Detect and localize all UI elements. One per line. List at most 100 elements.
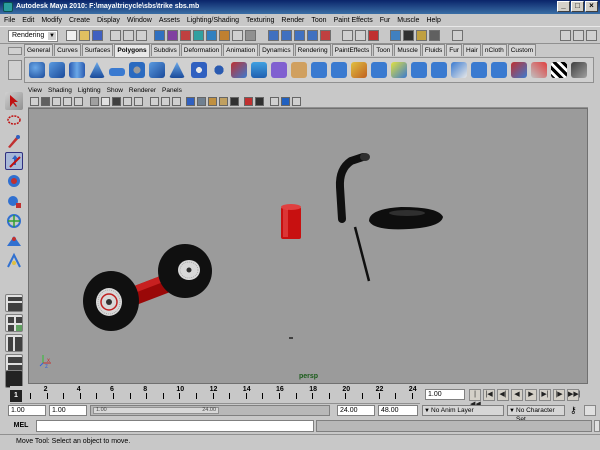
snap-view-plane-icon[interactable]: [307, 30, 318, 41]
split-polygon-icon[interactable]: [331, 62, 347, 78]
seat[interactable]: [369, 207, 443, 230]
backface-culling-icon[interactable]: [292, 97, 301, 106]
mask-misc-icon[interactable]: [245, 30, 256, 41]
camera-attributes-icon[interactable]: [41, 97, 50, 106]
safe-action-icon[interactable]: [150, 97, 159, 106]
layout-single-icon[interactable]: [5, 294, 23, 312]
render-view-icon[interactable]: [390, 30, 401, 41]
panel-menu-show[interactable]: Show: [107, 87, 123, 94]
select-icon[interactable]: [5, 92, 23, 110]
layout-four-icon[interactable]: [5, 314, 23, 332]
menu-window[interactable]: Window: [127, 17, 152, 24]
select-camera-icon[interactable]: [30, 97, 39, 106]
anim-layer-dropdown[interactable]: ▼ No Anim Layer: [422, 405, 504, 416]
playback-start-field[interactable]: 1.00: [49, 405, 87, 416]
x-ray-icon[interactable]: [270, 97, 279, 106]
combine-icon[interactable]: [191, 62, 207, 78]
anim-start-field[interactable]: 1.00: [8, 405, 46, 416]
rear-wheel-left[interactable]: [83, 271, 139, 331]
playback-end-field[interactable]: 24.00: [337, 405, 375, 416]
extract-icon[interactable]: [231, 62, 247, 78]
anim-prefs-icon[interactable]: [584, 405, 596, 416]
render-frame-icon[interactable]: [403, 30, 414, 41]
step-back-key-button[interactable]: ◀|: [497, 389, 509, 401]
smooth-icon[interactable]: [251, 62, 267, 78]
step-forward-frame-button[interactable]: |▶: [553, 389, 565, 401]
snap-point-icon[interactable]: [294, 30, 305, 41]
film-gate-icon[interactable]: [101, 97, 110, 106]
2d-pan-zoom-icon[interactable]: [74, 97, 83, 106]
handlebar[interactable]: [335, 153, 370, 223]
tab-subdivs[interactable]: Subdivs: [150, 44, 180, 56]
snap-grid-icon[interactable]: [268, 30, 279, 41]
merge-icon[interactable]: [451, 62, 467, 78]
menu-render[interactable]: Render: [281, 17, 304, 24]
safe-title-icon[interactable]: [161, 97, 170, 106]
mask-surfaces-icon[interactable]: [193, 30, 204, 41]
step-forward-key-button[interactable]: ▶|: [539, 389, 551, 401]
tab-toon[interactable]: Toon: [373, 44, 394, 56]
wireframe-on-shaded-icon[interactable]: [197, 97, 206, 106]
bevel-icon[interactable]: [431, 62, 447, 78]
append-polygon-icon[interactable]: [291, 62, 307, 78]
step-back-frame-button[interactable]: |◀: [483, 389, 495, 401]
menu-edit[interactable]: Edit: [22, 17, 34, 24]
separate-icon[interactable]: [211, 62, 227, 78]
grid-icon[interactable]: [90, 97, 99, 106]
tab-surfaces[interactable]: Surfaces: [81, 44, 114, 56]
panel-menu-view[interactable]: View: [28, 87, 42, 94]
layout-side-icon[interactable]: [5, 334, 23, 352]
wireframe-icon[interactable]: [172, 97, 181, 106]
insert-edge-loop-icon[interactable]: [351, 62, 367, 78]
tab-muscle[interactable]: Muscle: [394, 44, 421, 56]
paint-select-icon[interactable]: [5, 132, 23, 150]
bookmark-icon[interactable]: [52, 97, 61, 106]
current-frame-marker[interactable]: 1: [10, 390, 22, 402]
tab-hair[interactable]: Hair: [463, 44, 481, 56]
tool-settings-toggle-icon[interactable]: [586, 30, 597, 41]
menu-lighting-shading[interactable]: Lighting/Shading: [187, 17, 239, 24]
play-forwards-button[interactable]: ▶: [525, 389, 537, 401]
scene-canvas[interactable]: x z: [29, 109, 588, 384]
sculpt-geometry-icon[interactable]: [511, 62, 527, 78]
mask-joints-icon[interactable]: [167, 30, 178, 41]
input-field-icon[interactable]: [452, 30, 463, 41]
high-quality-icon[interactable]: [244, 97, 253, 106]
planar-mapping-icon[interactable]: [571, 62, 587, 78]
smooth-shade-icon[interactable]: [186, 97, 195, 106]
uv-texture-editor-icon[interactable]: [531, 62, 547, 78]
menu-display[interactable]: Display: [97, 17, 120, 24]
checker-icon[interactable]: [551, 62, 567, 78]
rotate-icon[interactable]: [5, 172, 23, 190]
script-editor-icon[interactable]: [594, 420, 600, 432]
tab-fur[interactable]: Fur: [446, 44, 462, 56]
menu-paint-effects[interactable]: Paint Effects: [334, 17, 373, 24]
panel-menu-renderer[interactable]: Renderer: [129, 87, 156, 94]
mask-curves-icon[interactable]: [180, 30, 191, 41]
soft-mod-icon[interactable]: [5, 232, 23, 250]
x-ray-joints-icon[interactable]: [281, 97, 290, 106]
gate-mask-icon[interactable]: [123, 97, 132, 106]
resolution-gate-icon[interactable]: [112, 97, 121, 106]
poly-prism-icon[interactable]: [149, 62, 165, 78]
field-chart-icon[interactable]: [134, 97, 143, 106]
tab-fluids[interactable]: Fluids: [421, 44, 446, 56]
poly-cone-icon[interactable]: [89, 62, 105, 78]
panel-menu-panels[interactable]: Panels: [162, 87, 182, 94]
tab-polygons[interactable]: Polygons: [114, 44, 150, 57]
channel-box-toggle-icon[interactable]: [573, 30, 584, 41]
go-to-start-button[interactable]: |◀◀: [469, 389, 481, 408]
range-slider-bar[interactable]: 1.00 24.00: [93, 407, 219, 414]
perspective-viewport[interactable]: x z persp: [28, 108, 588, 384]
mask-deformations-icon[interactable]: [206, 30, 217, 41]
collapse-icon[interactable]: [491, 62, 507, 78]
input-ops-icon[interactable]: [342, 30, 353, 41]
menu-set-dropdown[interactable]: Rendering ▼: [8, 30, 58, 42]
script-language-toggle[interactable]: MEL: [8, 420, 34, 432]
poly-sphere-icon[interactable]: [29, 62, 45, 78]
panel-menu-lighting[interactable]: Lighting: [78, 87, 101, 94]
minimize-button[interactable]: _: [557, 1, 570, 12]
current-time-field[interactable]: 1.00: [425, 389, 465, 400]
time-slider[interactable]: 1 2 4 6 8 10 12 14 16 18 20 22 24: [10, 386, 420, 404]
make-live-icon[interactable]: [320, 30, 331, 41]
